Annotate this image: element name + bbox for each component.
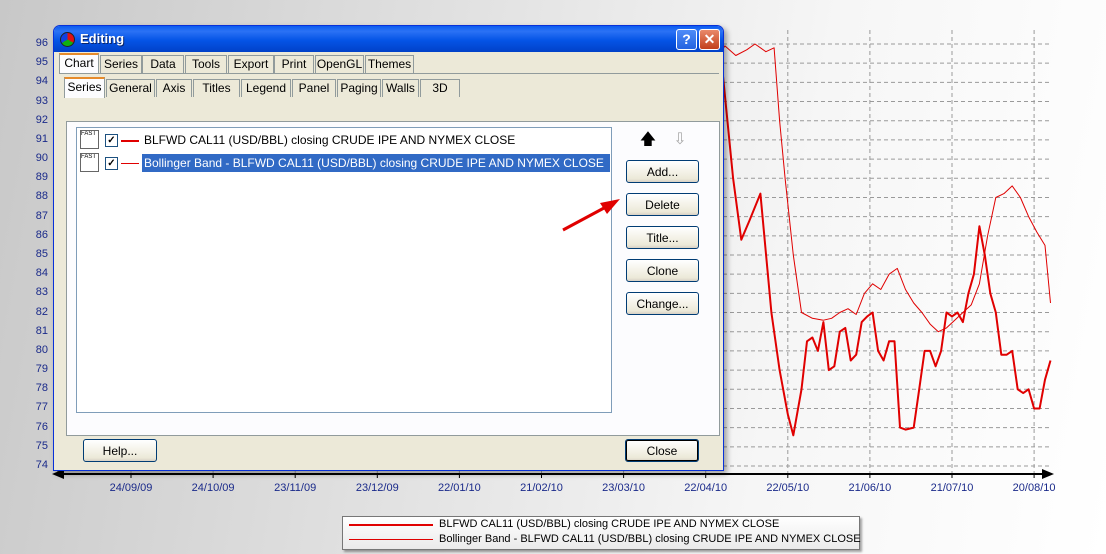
y-tick-label: 83: [35, 286, 48, 299]
x-tick-label: 21/07/10: [930, 482, 974, 494]
y-tick-label: 75: [35, 439, 48, 452]
y-tick-label: 90: [35, 152, 48, 165]
x-tick-label: 21/02/10: [520, 482, 563, 494]
tab-series-sub[interactable]: Series: [64, 77, 105, 98]
y-tick-label: 88: [35, 190, 48, 203]
chart-legend: BLFWD CAL11 (USD/BBL) closing CRUDE IPE …: [342, 516, 861, 550]
tab-tools[interactable]: Tools: [185, 55, 227, 73]
y-tick-label: 89: [35, 171, 48, 184]
y-tick-label: 87: [35, 209, 48, 222]
help-question-icon[interactable]: ?: [676, 29, 697, 50]
y-tick-label: 84: [35, 267, 48, 280]
editing-dialog: Editing ? ✕ Chart Series Data Tools Expo…: [53, 25, 724, 471]
x-tick-label: 23/12/09: [355, 482, 399, 494]
list-item[interactable]: FAST ✓ Bollinger Band - BLFWD CAL11 (USD…: [78, 152, 610, 174]
close-icon[interactable]: ✕: [699, 29, 720, 50]
close-button[interactable]: Close: [625, 439, 699, 462]
x-tick-label: 22/01/10: [437, 482, 481, 494]
series-label: BLFWD CAL11 (USD/BBL) closing CRUDE IPE …: [144, 133, 516, 147]
main-tab-strip: Chart Series Data Tools Export Print Ope…: [59, 53, 719, 75]
y-tick-label: 81: [35, 324, 48, 337]
legend-line-swatch: [349, 539, 433, 540]
y-tick-label: 91: [35, 132, 48, 145]
series-label: Bollinger Band - BLFWD CAL11 (USD/BBL) c…: [142, 154, 610, 172]
x-tick-label: 22/04/10: [684, 482, 728, 494]
dialog-titlebar[interactable]: Editing ? ✕: [54, 26, 723, 52]
x-axis-right-arrow: [1042, 469, 1054, 479]
fast-line-series-icon: FAST: [80, 130, 99, 149]
series-visible-checkbox[interactable]: ✓: [105, 157, 118, 170]
legend-label: Bollinger Band - BLFWD CAL11 (USD/BBL) c…: [439, 533, 861, 545]
x-tick-label: 23/03/10: [602, 482, 646, 494]
y-tick-label: 77: [35, 401, 48, 414]
tab-print[interactable]: Print: [274, 55, 314, 73]
legend-entry: Bollinger Band - BLFWD CAL11 (USD/BBL) c…: [343, 532, 861, 547]
series-visible-checkbox[interactable]: ✓: [105, 134, 118, 147]
help-button[interactable]: Help...: [83, 439, 157, 462]
series-line-0: [704, 66, 1052, 437]
tab-panel[interactable]: Panel: [292, 79, 336, 97]
series-color-swatch: [121, 163, 139, 164]
tab-chart[interactable]: Chart: [59, 53, 99, 74]
y-tick-label: 82: [35, 305, 48, 318]
legend-line-swatch: [349, 524, 433, 526]
tab-3d[interactable]: 3D: [420, 79, 460, 97]
tab-export[interactable]: Export: [228, 55, 274, 73]
y-tick-label: 78: [35, 382, 48, 395]
clone-series-button[interactable]: Clone: [626, 259, 699, 282]
series-list[interactable]: FAST ✓ BLFWD CAL11 (USD/BBL) closing CRU…: [76, 127, 612, 413]
tab-titles[interactable]: Titles: [193, 79, 240, 97]
tab-data[interactable]: Data: [142, 55, 184, 73]
tab-themes[interactable]: Themes: [365, 55, 414, 73]
y-tick-label: 79: [35, 363, 48, 376]
move-down-arrow-icon[interactable]: ⇩: [671, 132, 689, 148]
legend-entry: BLFWD CAL11 (USD/BBL) closing CRUDE IPE …: [343, 517, 859, 532]
move-up-arrow-icon[interactable]: 🡅: [639, 132, 657, 148]
tab-series[interactable]: Series: [100, 55, 142, 73]
y-tick-label: 93: [35, 94, 48, 107]
series-color-swatch: [121, 140, 139, 142]
teechart-app-icon: [60, 32, 75, 47]
delete-series-button[interactable]: Delete: [626, 193, 699, 216]
y-tick-label: 86: [35, 228, 48, 241]
x-tick-label: 23/11/09: [274, 482, 317, 494]
y-tick-label: 92: [35, 113, 48, 126]
legend-label: BLFWD CAL11 (USD/BBL) closing CRUDE IPE …: [439, 518, 780, 530]
y-tick-label: 95: [35, 56, 48, 69]
x-tick-label: 21/06/10: [848, 482, 892, 494]
dialog-title: Editing: [80, 31, 125, 46]
y-tick-label: 94: [35, 75, 48, 88]
sub-tab-strip: Series General Axis Titles Legend Panel …: [59, 77, 719, 99]
series-title-button[interactable]: Title...: [626, 226, 699, 249]
fast-line-series-icon: FAST: [80, 153, 99, 172]
x-tick-label: 24/09/09: [109, 482, 153, 494]
y-tick-label: 76: [35, 420, 48, 433]
series-line-1: [705, 43, 1051, 333]
tab-general[interactable]: General: [106, 79, 155, 97]
y-tick-label: 80: [35, 343, 48, 356]
tab-paging[interactable]: Paging: [337, 79, 381, 97]
y-tick-label: 74: [35, 459, 48, 471]
change-series-button[interactable]: Change...: [626, 292, 699, 315]
x-tick-label: 20/08/10: [1012, 482, 1056, 494]
y-tick-label: 85: [35, 248, 48, 260]
tab-opengl[interactable]: OpenGL: [315, 55, 364, 73]
chart-series: [704, 43, 1052, 437]
add-series-button[interactable]: Add...: [626, 160, 699, 183]
tab-walls[interactable]: Walls: [382, 79, 419, 97]
list-item[interactable]: FAST ✓ BLFWD CAL11 (USD/BBL) closing CRU…: [78, 129, 610, 151]
tab-axis[interactable]: Axis: [156, 79, 192, 97]
x-tick-label: 22/05/10: [766, 482, 810, 494]
main-tab-divider: [59, 73, 719, 74]
y-tick-label: 96: [35, 37, 48, 49]
tab-legend[interactable]: Legend: [241, 79, 291, 97]
x-tick-label: 24/10/09: [191, 482, 235, 494]
